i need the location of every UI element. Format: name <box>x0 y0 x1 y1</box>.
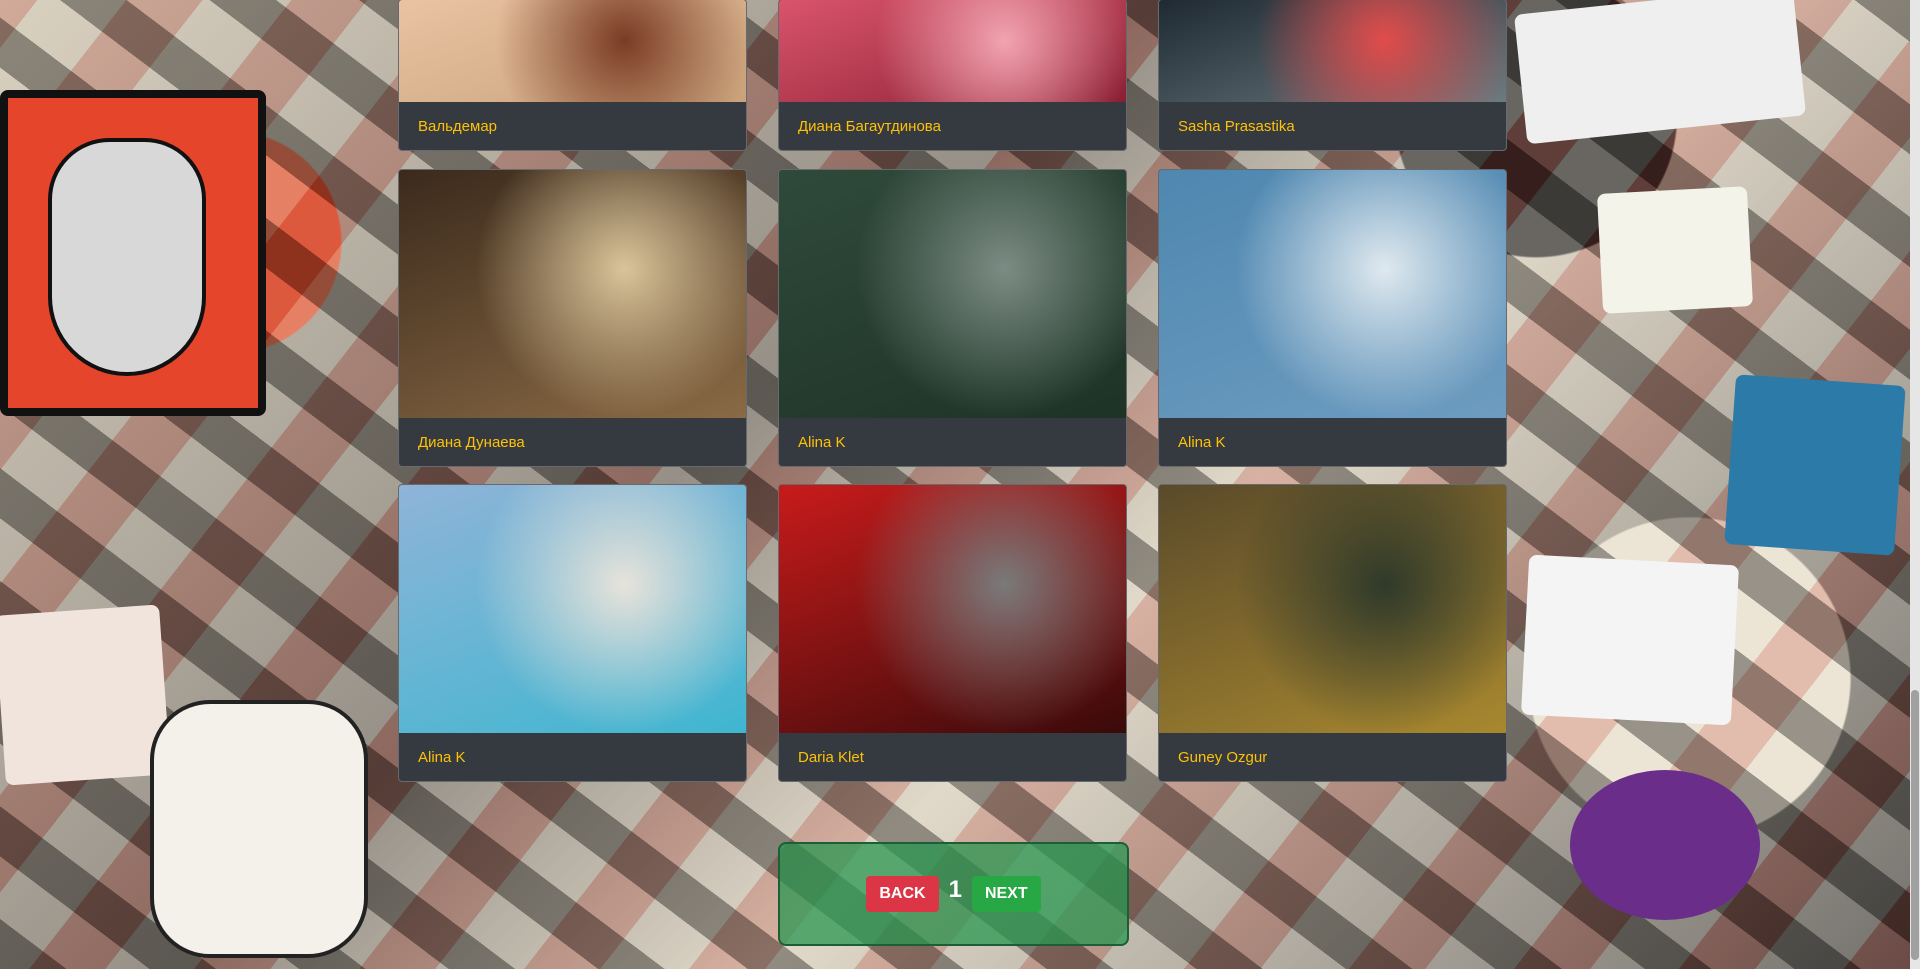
page-scrollbar[interactable] <box>1910 0 1920 969</box>
sticker-diva <box>1520 554 1740 726</box>
card-author: Sasha Prasastika <box>1178 117 1295 135</box>
sticker-bolognastickers <box>1570 770 1760 920</box>
sticker-klangkuisse <box>1513 0 1807 145</box>
card-author: Диана Дунаева <box>418 433 525 451</box>
next-button[interactable]: NEXT <box>971 876 1041 912</box>
card-author: Alina K <box>1178 433 1226 451</box>
card-image[interactable] <box>399 0 746 102</box>
card-author: Daria Klet <box>798 748 864 766</box>
card-image[interactable] <box>779 485 1126 733</box>
gallery-card[interactable]: Alina K <box>778 169 1127 467</box>
card-author: Alina K <box>798 433 846 451</box>
card-image[interactable] <box>1159 485 1506 733</box>
card-image[interactable] <box>399 170 746 418</box>
back-button[interactable]: BACK <box>866 876 939 912</box>
card-author: Вальдемар <box>418 117 498 135</box>
gallery-card[interactable]: Guney Ozgur <box>1158 484 1507 782</box>
card-image[interactable] <box>1159 0 1506 102</box>
pagination: BACK 1 NEXT <box>778 842 1129 946</box>
sticker-murs <box>1596 186 1754 314</box>
card-author: Alina K <box>418 748 466 766</box>
card-image[interactable] <box>399 485 746 733</box>
card-image[interactable] <box>779 170 1126 418</box>
gallery-card[interactable]: Вальдемар <box>398 0 747 151</box>
gallery-card[interactable]: Sasha Prasastika <box>1158 0 1507 151</box>
card-image[interactable] <box>779 0 1126 102</box>
page-number: 1 <box>948 876 962 903</box>
gallery-card[interactable]: Alina K <box>398 484 747 782</box>
gallery-card[interactable]: Диана Багаутдинова <box>778 0 1127 151</box>
sticker-blue <box>1724 374 1906 556</box>
card-author: Guney Ozgur <box>1178 748 1268 766</box>
sticker-la-musa <box>150 700 368 958</box>
gallery-card[interactable]: Alina K <box>1158 169 1507 467</box>
card-image[interactable] <box>1159 170 1506 418</box>
sticker-pig <box>0 604 171 786</box>
gallery-card[interactable]: Daria Klet <box>778 484 1127 782</box>
sticker-red-face <box>0 90 266 416</box>
scrollbar-thumb[interactable] <box>1911 690 1919 960</box>
card-author: Диана Багаутдинова <box>798 117 941 135</box>
gallery-card[interactable]: Диана Дунаева <box>398 169 747 467</box>
